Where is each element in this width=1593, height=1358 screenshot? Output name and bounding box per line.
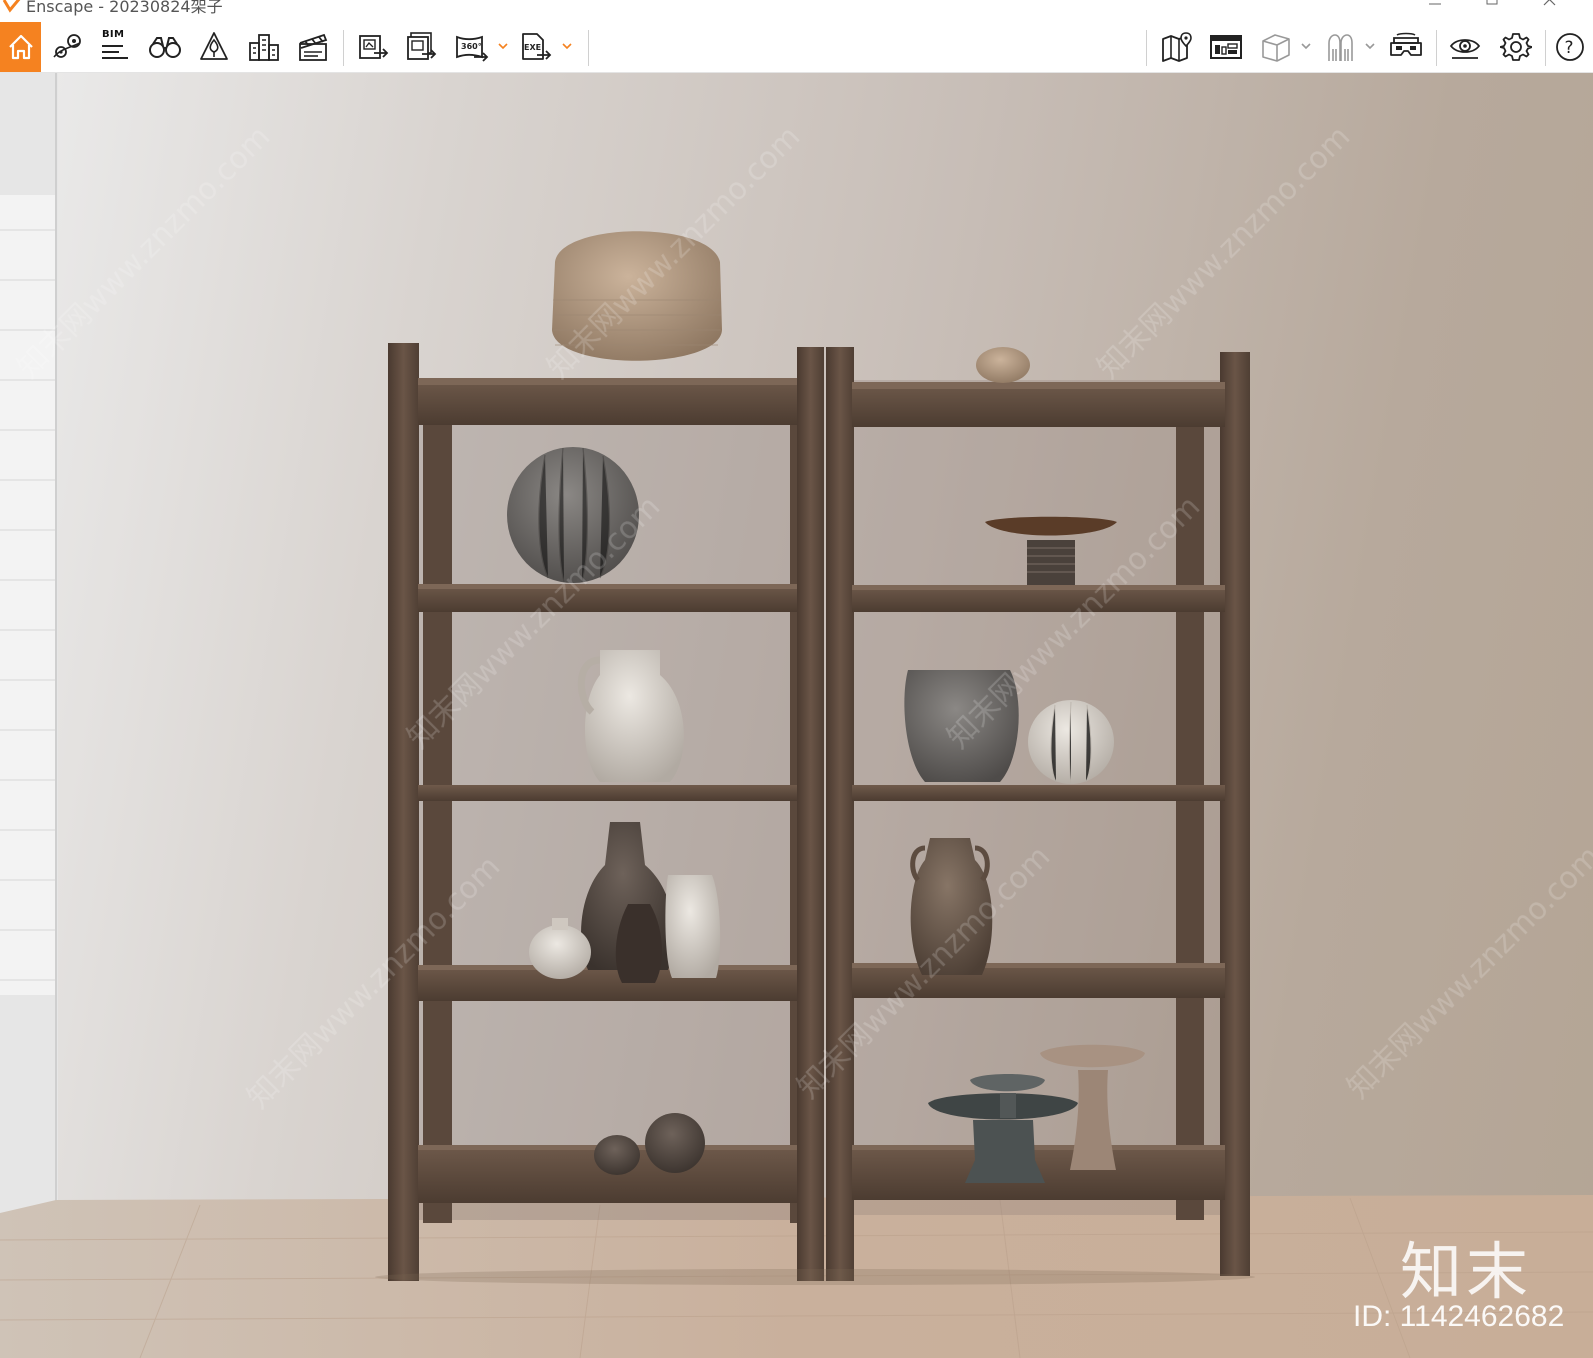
panorama-button[interactable]: 360° (453, 29, 491, 65)
cube-icon (1262, 34, 1290, 62)
location-pin-icon (53, 34, 81, 58)
shelf-scene-render: 知末网www.znzmo.com 知末网www.znzmo.com 知末网www… (0, 73, 1593, 1358)
section-button[interactable] (1257, 29, 1295, 65)
material-editor-button[interactable] (1207, 29, 1245, 65)
asset-library-button[interactable] (195, 29, 233, 65)
enscape-logo-icon (2, 0, 21, 13)
help-button[interactable]: ? (1553, 29, 1587, 65)
home-icon (8, 34, 33, 60)
buildings-icon (249, 34, 279, 61)
watermark-logo: 知末 (1400, 1235, 1533, 1308)
people-icon (1328, 34, 1353, 61)
batch-render-button[interactable] (355, 29, 393, 65)
eye-icon (1449, 39, 1481, 59)
vr-button[interactable] (1387, 29, 1425, 65)
toolbar-separator (1146, 30, 1147, 66)
view-management-button[interactable] (48, 29, 86, 65)
visual-settings-button[interactable] (1446, 29, 1484, 65)
export-image-icon (407, 32, 437, 60)
dashboard-icon (1210, 35, 1242, 59)
toolbar-separator (343, 30, 344, 66)
site-context-button[interactable] (245, 29, 283, 65)
window-title-bar: Enscape - 20230824架子 (0, 0, 1593, 22)
vr-headset-icon (1390, 32, 1422, 56)
main-toolbar: BIM 360° EXE ? (0, 22, 1593, 87)
walk-mode-button[interactable] (146, 29, 184, 65)
panorama-label: 360° (461, 42, 482, 51)
window-title: Enscape - 20230824架子 (26, 0, 223, 16)
export-image-button[interactable] (403, 29, 441, 65)
chevron-down-icon[interactable] (1364, 39, 1376, 53)
toolbar-separator (1436, 30, 1437, 66)
exe-label: EXE (524, 43, 541, 52)
batch-render-icon (359, 35, 389, 59)
chevron-down-icon[interactable] (497, 39, 509, 53)
close-button[interactable] (1530, 0, 1570, 16)
watermark-text: 知末网www.znzmo.com (1341, 839, 1593, 1105)
toolbar-separator (588, 30, 589, 66)
bim-list-icon (102, 45, 128, 59)
map-pin-icon (1162, 32, 1192, 62)
close-icon (1543, 0, 1556, 6)
chevron-down-icon[interactable] (1300, 39, 1312, 53)
toolbar-separator (1545, 30, 1546, 66)
help-icon: ? (1556, 33, 1584, 61)
watermark-id: ID: 1142462682 (1353, 1300, 1565, 1333)
minimize-button[interactable] (1415, 0, 1455, 16)
binoculars-icon (149, 37, 181, 58)
export-exe-button[interactable]: EXE (517, 29, 555, 65)
home-button[interactable] (0, 22, 41, 72)
people-button[interactable] (1322, 29, 1360, 65)
video-editor-button[interactable] (294, 29, 332, 65)
watermark-text: 知末网www.znzmo.com (1091, 119, 1357, 385)
render-viewport[interactable]: 知末网www.znzmo.com 知末网www.znzmo.com 知末网www… (0, 73, 1593, 1358)
settings-button[interactable] (1497, 29, 1535, 65)
panorama-icon: 360° (456, 35, 489, 62)
help-label: ? (1565, 38, 1574, 58)
maximize-icon (1486, 0, 1498, 5)
export-exe-icon: EXE (522, 33, 552, 60)
clapper-icon (299, 33, 328, 61)
asset-tree-icon (200, 32, 228, 60)
maximize-button[interactable] (1472, 0, 1512, 16)
map-button[interactable] (1158, 29, 1196, 65)
gear-icon (1500, 33, 1532, 61)
bim-button[interactable] (96, 38, 134, 66)
minimize-icon (1429, 3, 1441, 5)
chevron-down-icon[interactable] (561, 39, 573, 53)
